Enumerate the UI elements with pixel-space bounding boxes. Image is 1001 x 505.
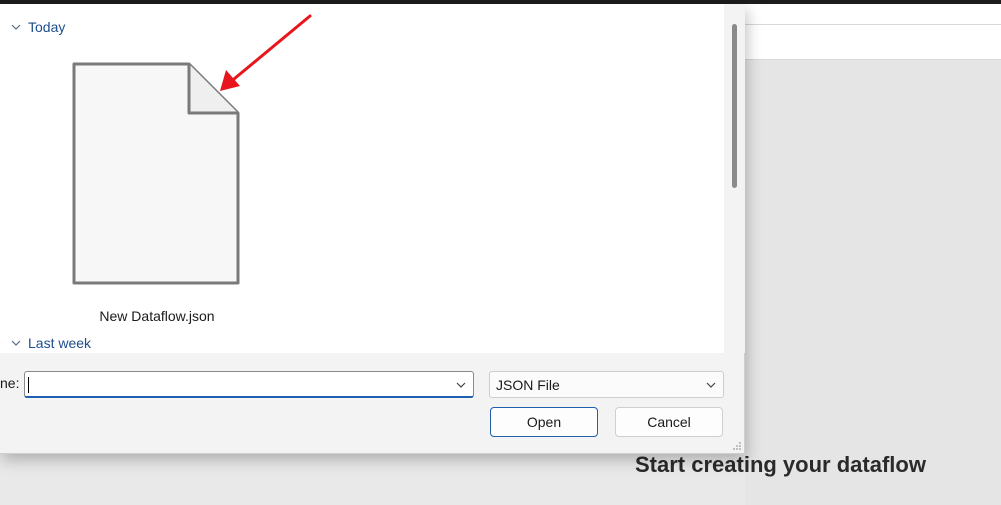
file-type-value: JSON File	[496, 377, 560, 393]
file-name-label-text: ne:	[0, 375, 20, 391]
file-name-label: New Dataflow.json	[99, 308, 215, 324]
chevron-down-icon	[11, 24, 21, 30]
chevron-down-icon	[11, 340, 21, 346]
group-header-last-week[interactable]: Last week	[10, 333, 91, 353]
group-label: Today	[28, 19, 66, 35]
group-header-today[interactable]: Today	[10, 17, 65, 37]
scrollbar-thumb[interactable]	[732, 24, 737, 188]
open-button[interactable]: Open	[490, 407, 598, 437]
background-app-canvas	[745, 60, 1001, 505]
background-app-header	[745, 4, 1001, 24]
resize-grip-icon[interactable]	[732, 441, 742, 451]
cancel-button[interactable]: Cancel	[615, 407, 723, 437]
file-name-input[interactable]	[24, 371, 474, 398]
background-app-field	[745, 24, 1001, 60]
empty-state-title: Start creating your dataflow	[635, 452, 926, 477]
file-list-view[interactable]: Today New Dataflow.json Last week	[0, 4, 724, 353]
blank-document-icon	[72, 62, 240, 285]
chevron-down-icon	[706, 382, 716, 388]
file-type-select[interactable]: JSON File	[489, 371, 724, 398]
open-file-dialog: Today New Dataflow.json Last week ne: JS…	[0, 4, 745, 454]
text-caret	[28, 377, 29, 393]
file-item[interactable]: New Dataflow.json	[72, 62, 242, 332]
group-label: Last week	[28, 335, 92, 351]
chevron-down-icon[interactable]	[455, 379, 467, 391]
